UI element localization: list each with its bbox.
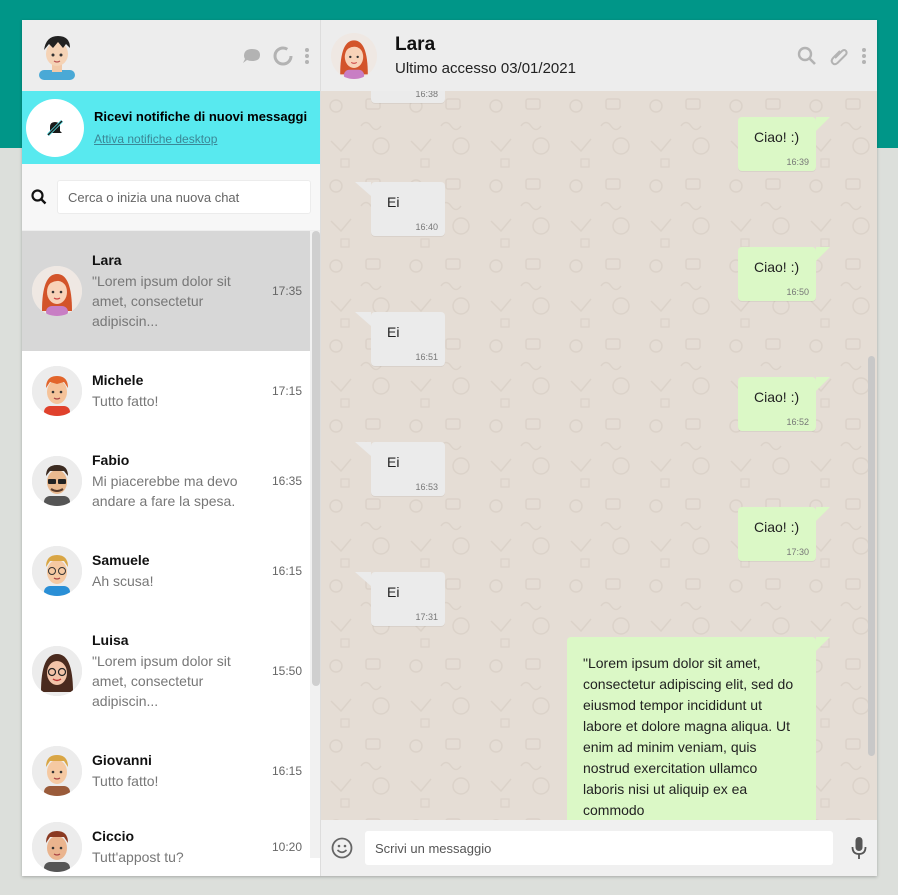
message-text: Ciao! :) <box>754 129 800 145</box>
message-input[interactable] <box>365 831 833 865</box>
search-icon[interactable] <box>797 46 817 66</box>
chat-item-samuele[interactable]: Samuele Ah scusa! 16:15 <box>22 531 320 611</box>
chat-time: 17:35 <box>271 284 302 298</box>
search-bar <box>22 164 320 231</box>
chat-time: 16:35 <box>271 474 302 488</box>
sidebar-header-icons <box>242 45 310 67</box>
message-outgoing: Ciao! :) 17:30 <box>738 507 830 561</box>
message-incoming: Ei 16:53 <box>355 442 445 496</box>
message-time: 16:38 <box>415 91 438 99</box>
notifications-off-icon <box>45 118 65 138</box>
kebab-menu-icon[interactable] <box>304 47 310 65</box>
message-text: "Lorem ipsum dolor sit amet, consectetur… <box>583 655 794 818</box>
message-incoming: Ei 16:51 <box>355 312 445 366</box>
message-outgoing: "Lorem ipsum dolor sit amet, consectetur… <box>567 637 830 820</box>
whatsapp-app: Ricevi notifiche di nuovi messaggi Attiv… <box>22 20 877 876</box>
avatar <box>32 456 82 506</box>
sidebar: Ricevi notifiche di nuovi messaggi Attiv… <box>22 20 321 876</box>
search-input[interactable] <box>57 180 311 214</box>
notification-bell-circle[interactable] <box>26 98 84 157</box>
chat-preview: "Lorem ipsum dolor sit amet, consectetur… <box>92 652 231 709</box>
message-text: Ei <box>387 194 400 210</box>
chat-item-michele[interactable]: Michele Tutto fatto! 17:15 <box>22 351 320 431</box>
chat-time: 16:15 <box>271 764 302 778</box>
chat-item-fabio[interactable]: Fabio Mi piacerebbe ma devo andare a far… <box>22 431 320 531</box>
message-time: 16:51 <box>415 352 438 362</box>
message-text: Ei <box>387 454 400 470</box>
search-icon[interactable] <box>27 189 51 205</box>
chat-item-giovanni[interactable]: Giovanni Tutto fatto! 16:15 <box>22 731 320 811</box>
enable-desktop-notifications-link[interactable]: Attiva notifiche desktop <box>94 132 307 146</box>
my-avatar[interactable] <box>36 33 78 80</box>
avatar <box>32 266 82 316</box>
chat-name: Fabio <box>92 451 130 468</box>
chat-item-ciccio[interactable]: Ciccio Tutt'appost tu? 10:20 <box>22 811 320 876</box>
chat-preview: Mi piacerebbe ma devo andare a fare la s… <box>92 472 238 509</box>
chat-name: Giovanni <box>92 751 152 768</box>
chat-preview: Tutto fatto! <box>92 772 159 789</box>
message-time: 16:40 <box>415 222 438 232</box>
message-time: 17:31 <box>415 612 438 622</box>
contact-name: Lara <box>395 34 436 55</box>
avatar <box>32 746 82 796</box>
chat-preview: Ah scusa! <box>92 572 154 589</box>
message-time: 16:50 <box>786 287 809 297</box>
sidebar-header <box>22 20 320 91</box>
avatar <box>32 822 82 872</box>
message-incoming: 16:38 <box>371 91 445 103</box>
chat-item-lara[interactable]: Lara "Lorem ipsum dolor sit amet, consec… <box>22 231 320 351</box>
message-outgoing: Ciao! :) 16:52 <box>738 377 830 431</box>
message-outgoing: Ciao! :) 16:39 <box>738 117 830 171</box>
paperclip-icon[interactable] <box>829 46 849 66</box>
chat-list: Lara "Lorem ipsum dolor sit amet, consec… <box>22 231 320 876</box>
avatar <box>32 646 82 696</box>
conversation-panel: Lara Ultimo accesso 03/01/2021 16:38 Cia… <box>321 20 877 876</box>
chat-name: Ciccio <box>92 827 135 844</box>
chat-preview: Tutto fatto! <box>92 392 159 409</box>
contact-avatar[interactable] <box>331 32 377 79</box>
conversation-header-icons <box>797 46 867 66</box>
avatar <box>32 366 82 416</box>
conversation-header: Lara Ultimo accesso 03/01/2021 <box>321 20 877 91</box>
chat-name: Lara <box>92 251 122 268</box>
chat-preview: Tutt'appost tu? <box>92 848 184 865</box>
message-composer <box>321 820 877 876</box>
message-outgoing: Ciao! :) 16:50 <box>738 247 830 301</box>
message-text: Ciao! :) <box>754 519 800 535</box>
message-time: 16:53 <box>415 482 438 492</box>
chat-item-luisa[interactable]: Luisa "Lorem ipsum dolor sit amet, conse… <box>22 611 320 731</box>
notification-title: Ricevi notifiche di nuovi messaggi <box>94 109 308 124</box>
chat-list-scrollbar[interactable] <box>312 231 320 686</box>
chat-time: 15:50 <box>271 664 302 678</box>
chat-time: 17:15 <box>271 384 302 398</box>
message-incoming: Ei 17:31 <box>355 572 445 626</box>
chat-time: 16:15 <box>271 564 302 578</box>
message-text: Ciao! :) <box>754 259 800 275</box>
message-time: 16:39 <box>786 157 809 167</box>
chat-name: Luisa <box>92 631 129 648</box>
status-ring-icon[interactable] <box>272 45 294 67</box>
messages-area: 16:38 Ciao! :) 16:39 Ei 16:40 Ciao! :) 1… <box>321 91 877 820</box>
message-text: Ei <box>387 324 400 340</box>
kebab-menu-icon[interactable] <box>861 47 867 65</box>
message-time: 17:30 <box>786 547 809 557</box>
avatar <box>32 546 82 596</box>
message-incoming: Ei 16:40 <box>355 182 445 236</box>
message-time: 16:52 <box>786 417 809 427</box>
last-seen: Ultimo accesso 03/01/2021 <box>395 60 576 77</box>
microphone-icon[interactable] <box>851 836 867 860</box>
chat-name: Samuele <box>92 551 150 568</box>
chat-name: Michele <box>92 371 144 388</box>
message-text: Ei <box>387 584 400 600</box>
chat-preview: "Lorem ipsum dolor sit amet, consectetur… <box>92 272 231 329</box>
chat-time: 10:20 <box>271 840 302 854</box>
emoji-icon[interactable] <box>331 837 353 859</box>
chat-bubble-icon[interactable] <box>242 47 262 65</box>
messages-scrollbar[interactable] <box>868 356 875 756</box>
message-text: Ciao! :) <box>754 389 800 405</box>
notification-banner: Ricevi notifiche di nuovi messaggi Attiv… <box>22 91 320 164</box>
